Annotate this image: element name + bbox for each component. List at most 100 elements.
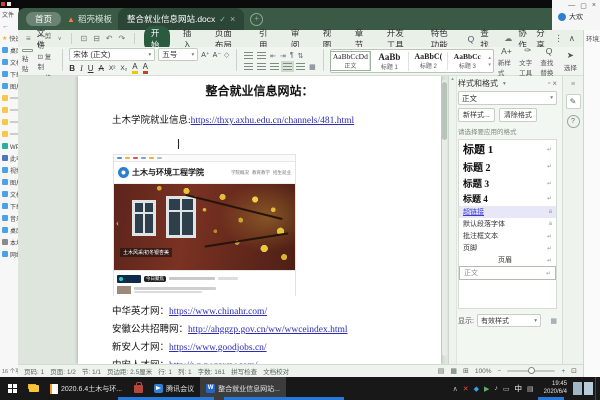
minimize-icon[interactable]: — bbox=[568, 2, 575, 10]
clear-format-icon[interactable]: ◇ bbox=[224, 51, 229, 59]
pin-icon[interactable]: ▫ bbox=[548, 80, 550, 87]
style-item-footer[interactable]: 页脚↵ bbox=[459, 242, 556, 254]
zoom-out-button[interactable]: − bbox=[498, 368, 502, 375]
undo-icon[interactable]: ↶ bbox=[106, 34, 113, 43]
line-spacing-icon[interactable]: ⇅ bbox=[298, 52, 304, 60]
find-replace-button[interactable]: Q 查找替换 bbox=[540, 49, 557, 73]
font-color-button[interactable]: A bbox=[143, 63, 148, 74]
italic-button[interactable]: I bbox=[80, 64, 83, 73]
status-spellcheck[interactable]: 拼写检查 bbox=[231, 366, 257, 376]
document-scrollbar[interactable] bbox=[442, 80, 447, 356]
start-button[interactable] bbox=[0, 384, 24, 393]
shrink-font-button[interactable]: A⁻ bbox=[213, 51, 221, 59]
style-item-header[interactable]: 页眉↵ bbox=[459, 254, 556, 266]
notification-center-button[interactable] bbox=[573, 382, 582, 395]
style-heading1[interactable]: AaBb 标题 1 bbox=[370, 52, 409, 71]
hyperlink[interactable]: https://www.goodjobs.cn/ bbox=[169, 343, 267, 353]
distribute-icon[interactable] bbox=[296, 63, 305, 70]
explorer-item-pictures2[interactable]: 图片 bbox=[0, 176, 18, 188]
collapse-ribbon-icon[interactable]: ∧ bbox=[569, 33, 575, 44]
style-heading2[interactable]: AaBbC( 标题 2 bbox=[409, 52, 448, 70]
increase-indent-icon[interactable]: ⇥ bbox=[280, 52, 286, 60]
explorer-item-desktop[interactable]: 桌面 bbox=[0, 44, 18, 56]
copy-button[interactable]: ⊡ 复制 bbox=[38, 51, 55, 71]
highlight-color-button[interactable]: A bbox=[132, 63, 137, 74]
explorer-item-music[interactable]: 音乐 bbox=[0, 212, 18, 224]
touch-keyboard-icon[interactable]: ▤ bbox=[527, 385, 534, 393]
explorer-folder[interactable] bbox=[0, 116, 18, 128]
status-word-count[interactable]: 字数: 161 bbox=[198, 366, 225, 376]
explorer-item-documents[interactable]: 文档 bbox=[0, 56, 18, 68]
ime-indicator[interactable]: 中 bbox=[515, 383, 523, 394]
taskbar-store[interactable] bbox=[128, 385, 148, 393]
panel-handle-icon[interactable]: ≡ bbox=[571, 81, 575, 88]
style-item-heading3[interactable]: 标题 3↵ bbox=[459, 175, 556, 191]
explorer-folder[interactable] bbox=[0, 128, 18, 140]
taskbar-app-doc[interactable]: 2020.6.4土木与环... bbox=[44, 377, 128, 400]
tray-app-icon-red[interactable]: ✕ bbox=[463, 385, 469, 393]
select-button[interactable]: ➤ 选择 bbox=[562, 49, 579, 73]
style-heading3[interactable]: AaBbCc 标题 3 bbox=[448, 52, 486, 70]
status-proofing[interactable]: 文档校对 bbox=[263, 366, 289, 376]
align-center-icon[interactable] bbox=[257, 63, 266, 70]
explorer-menu-file[interactable]: 文件 bbox=[2, 10, 14, 19]
taskbar-clock[interactable]: 19:45 2020/6/4 bbox=[538, 381, 573, 396]
hamburger-icon[interactable]: ≡ bbox=[26, 34, 31, 43]
zoom-in-button[interactable]: + bbox=[561, 368, 565, 375]
style-item-hyperlink[interactable]: 超链接a bbox=[459, 206, 556, 218]
explorer-item-wps-cloud[interactable]: WPS网盘 bbox=[0, 140, 18, 152]
align-left-icon[interactable] bbox=[244, 63, 253, 70]
font-name-select[interactable]: 宋体 (正文)▾ bbox=[69, 48, 155, 61]
close-document-icon[interactable]: × bbox=[230, 14, 235, 24]
explorer-item-pictures[interactable]: 图片 bbox=[0, 80, 18, 92]
style-inspector-icon[interactable]: ▦ bbox=[550, 317, 557, 325]
cut-button[interactable]: ✂ 剪切 bbox=[38, 30, 55, 50]
show-desktop-button[interactable] bbox=[595, 377, 600, 400]
back-arrow-icon[interactable]: ← bbox=[2, 23, 9, 30]
hyperlink[interactable]: http://ahggzp.gov.cn/ww/wwceindex.html bbox=[188, 325, 348, 335]
current-style-select[interactable]: 正文 ▾ bbox=[458, 91, 557, 105]
new-style-panel-button[interactable]: 新样式... bbox=[458, 108, 495, 122]
explorer-item-desktop2[interactable]: 桌面 bbox=[0, 224, 18, 236]
paragraph-mark-icon[interactable]: ¶ bbox=[290, 52, 294, 59]
explorer-folder[interactable] bbox=[0, 104, 18, 116]
style-item-normal[interactable]: 正文↵ bbox=[459, 266, 556, 280]
document-page[interactable]: 整合就业信息网站： 土木学院就业信息:https://thxy.axhu.edu… bbox=[78, 76, 441, 364]
close-panel-icon[interactable]: × bbox=[552, 79, 557, 88]
font-size-select[interactable]: 五号▾ bbox=[158, 48, 198, 61]
zoom-slider-knob[interactable] bbox=[528, 367, 535, 374]
explorer-item-downloads2[interactable]: 下载 bbox=[0, 200, 18, 212]
taskbar-file-explorer[interactable] bbox=[24, 385, 44, 392]
chevron-down-icon[interactable]: ▾ bbox=[503, 81, 506, 87]
explorer-item-videos[interactable]: 视频 bbox=[0, 164, 18, 176]
explorer-item-documents2[interactable]: 文档 bbox=[0, 188, 18, 200]
bullet-list-icon[interactable] bbox=[244, 52, 253, 59]
more-options-icon[interactable]: ⋮ bbox=[554, 33, 563, 44]
view-web-icon[interactable]: ▦ bbox=[450, 367, 457, 375]
explorer-item-local-disk[interactable]: 本地磁盘(C:) bbox=[0, 236, 18, 248]
explorer-item-quick-access[interactable]: ★快速访问 bbox=[0, 32, 18, 44]
paste-button[interactable]: 粘贴 bbox=[22, 49, 34, 73]
volume-icon[interactable]: ♪ bbox=[494, 385, 498, 392]
tray-chevron-icon[interactable]: ∧ bbox=[453, 385, 458, 393]
scrollbar-thumb[interactable] bbox=[442, 82, 447, 140]
grow-font-button[interactable]: A⁺ bbox=[201, 51, 209, 59]
shading-icon[interactable]: ▦ bbox=[309, 63, 316, 71]
bold-button[interactable]: B bbox=[69, 64, 75, 73]
style-item-heading4[interactable]: 标题 4↵ bbox=[459, 191, 556, 206]
print-icon[interactable]: ⊟ bbox=[93, 34, 100, 43]
document-canvas[interactable]: 整合就业信息网站： 土木学院就业信息:https://thxy.axhu.edu… bbox=[18, 76, 448, 364]
save-icon[interactable]: ⊡ bbox=[80, 34, 87, 43]
zoom-slider[interactable] bbox=[507, 370, 555, 372]
edit-panel-icon[interactable]: ✎ bbox=[566, 94, 581, 109]
styles-scroll-down-icon[interactable]: ▾ bbox=[488, 62, 491, 68]
templates-tab[interactable]: ▲ 稻壳模板 bbox=[67, 13, 112, 25]
fullscreen-icon[interactable]: ⊡ bbox=[571, 367, 577, 375]
redo-icon[interactable]: ↷ bbox=[119, 34, 126, 43]
new-style-button[interactable]: A+ 新样式 bbox=[498, 49, 515, 73]
numbered-list-icon[interactable] bbox=[257, 52, 266, 59]
hyperlink[interactable]: https://thxy.axhu.edu.cn/channels/481.ht… bbox=[191, 116, 355, 126]
text-tools-button[interactable]: ✑ 文字工具 bbox=[519, 49, 536, 73]
explorer-item-this-pc[interactable]: 此电脑 bbox=[0, 152, 18, 164]
underline-button[interactable]: U bbox=[88, 64, 94, 73]
